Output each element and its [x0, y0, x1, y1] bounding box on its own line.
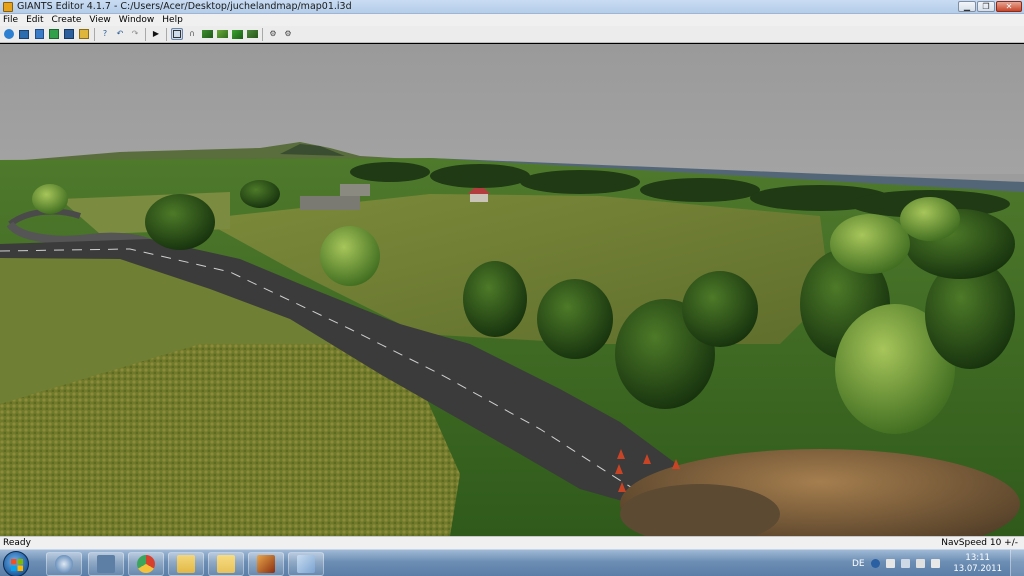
save-as-icon [64, 29, 74, 39]
explorer-taskbar-icon [177, 555, 195, 573]
menu-file[interactable]: File [3, 15, 18, 25]
move-tool-icon: ∩ [189, 29, 195, 38]
save-icon [34, 29, 44, 39]
menu-edit[interactable]: Edit [26, 15, 43, 25]
wifi-icon[interactable] [915, 559, 925, 568]
play-icon: ▶ [152, 29, 160, 38]
windows-start-icon [11, 559, 23, 571]
title-bar: GIANTS Editor 4.1.7 - C:/Users/Acer/Desk… [0, 0, 1024, 14]
import-button[interactable] [78, 28, 90, 40]
paint-taskbar-icon [297, 555, 315, 573]
export-icon [49, 29, 59, 39]
calculator-taskbar-button[interactable] [88, 552, 124, 576]
window-controls: ▁ ❐ ✕ [958, 1, 1022, 12]
folder-taskbar-button[interactable] [208, 552, 244, 576]
menu-help[interactable]: Help [162, 15, 183, 25]
redo-button[interactable]: ↷ [129, 28, 141, 40]
minimize-icon: ▁ [963, 1, 971, 11]
app-taskbar-icon [257, 555, 275, 573]
new-file-icon [4, 29, 14, 39]
export-button[interactable] [48, 28, 60, 40]
calculator-taskbar-icon [97, 555, 115, 573]
undo-button[interactable]: ↶ [114, 28, 126, 40]
clock-time: 13:11 [965, 553, 990, 563]
giants-editor-taskbar-icon [55, 555, 73, 573]
action-center-icon[interactable] [900, 559, 910, 568]
restore-icon: ❐ [982, 1, 990, 11]
settings-gear-alt-icon: ⚙ [284, 29, 292, 38]
open-file-button[interactable] [18, 28, 30, 40]
terrain-sculpt-icon [201, 30, 213, 38]
settings-button[interactable]: ⚙ [267, 28, 279, 40]
save-as-button[interactable] [63, 28, 75, 40]
windows-taskbar: DE 13:11 13.07.2011 [0, 549, 1024, 576]
terrain-sculpt-button[interactable] [201, 28, 213, 40]
menu-bar: File Edit Create View Window Help [0, 14, 1024, 26]
toolbar: ? ↶ ↷ ▶ ∩ ⚙ ⚙ [0, 26, 1024, 43]
terrain-scene [0, 44, 1024, 536]
settings-gear-icon: ⚙ [269, 29, 277, 38]
giants-editor-taskbar-button[interactable] [46, 552, 82, 576]
foliage-paint-button[interactable] [231, 28, 243, 40]
select-tool-button[interactable] [171, 28, 183, 40]
foliage-paint-icon [231, 29, 243, 39]
menu-view[interactable]: View [89, 15, 110, 25]
app-taskbar-button[interactable] [248, 552, 284, 576]
terrain-paint-button[interactable] [216, 28, 228, 40]
show-desktop-button[interactable] [1010, 550, 1024, 576]
network-tray-icon[interactable] [870, 559, 880, 568]
restore-button[interactable]: ❐ [977, 1, 995, 12]
move-tool-button[interactable]: ∩ [186, 28, 198, 40]
minimize-button[interactable]: ▁ [958, 1, 976, 12]
paint-taskbar-button[interactable] [288, 552, 324, 576]
terrain-detail-button[interactable] [246, 28, 258, 40]
terrain-paint-icon [216, 30, 228, 38]
giants-app-icon [3, 1, 13, 12]
redo-icon: ↷ [131, 29, 139, 38]
import-icon [79, 29, 89, 39]
toolbar-separator [166, 27, 167, 41]
taskbar-clock[interactable]: 13:11 13.07.2011 [953, 553, 1002, 575]
flag-tray-icon[interactable] [885, 559, 895, 568]
open-file-icon [19, 29, 29, 39]
navspeed-indicator[interactable]: NavSpeed 10 +/- [941, 538, 1018, 548]
clock-date: 13.07.2011 [953, 564, 1002, 574]
toolbar-separator [145, 27, 146, 41]
volume-icon[interactable] [930, 559, 940, 568]
status-text: Ready [3, 538, 31, 548]
start-button[interactable] [3, 551, 29, 576]
new-file-button[interactable] [3, 28, 15, 40]
help-icon: ? [102, 29, 108, 38]
explorer-taskbar-button[interactable] [168, 552, 204, 576]
terrain-detail-icon [246, 30, 258, 38]
help-button[interactable]: ? [99, 28, 111, 40]
settings-alt-button[interactable]: ⚙ [282, 28, 294, 40]
status-bar: Ready NavSpeed 10 +/- [0, 536, 1024, 549]
chrome-taskbar-icon [137, 555, 155, 573]
window-title: GIANTS Editor 4.1.7 - C:/Users/Acer/Desk… [17, 1, 352, 12]
toolbar-separator [94, 27, 95, 41]
toolbar-separator [262, 27, 263, 41]
3d-viewport[interactable] [0, 44, 1024, 536]
folder-taskbar-icon [217, 555, 235, 573]
close-icon: ✕ [1005, 1, 1013, 11]
menu-create[interactable]: Create [52, 15, 82, 25]
select-tool-icon [173, 30, 181, 38]
play-button[interactable]: ▶ [150, 28, 162, 40]
chrome-taskbar-button[interactable] [128, 552, 164, 576]
close-button[interactable]: ✕ [996, 1, 1022, 12]
undo-icon: ↶ [116, 29, 124, 38]
save-button[interactable] [33, 28, 45, 40]
language-indicator[interactable]: DE [852, 559, 865, 569]
menu-window[interactable]: Window [119, 15, 155, 25]
